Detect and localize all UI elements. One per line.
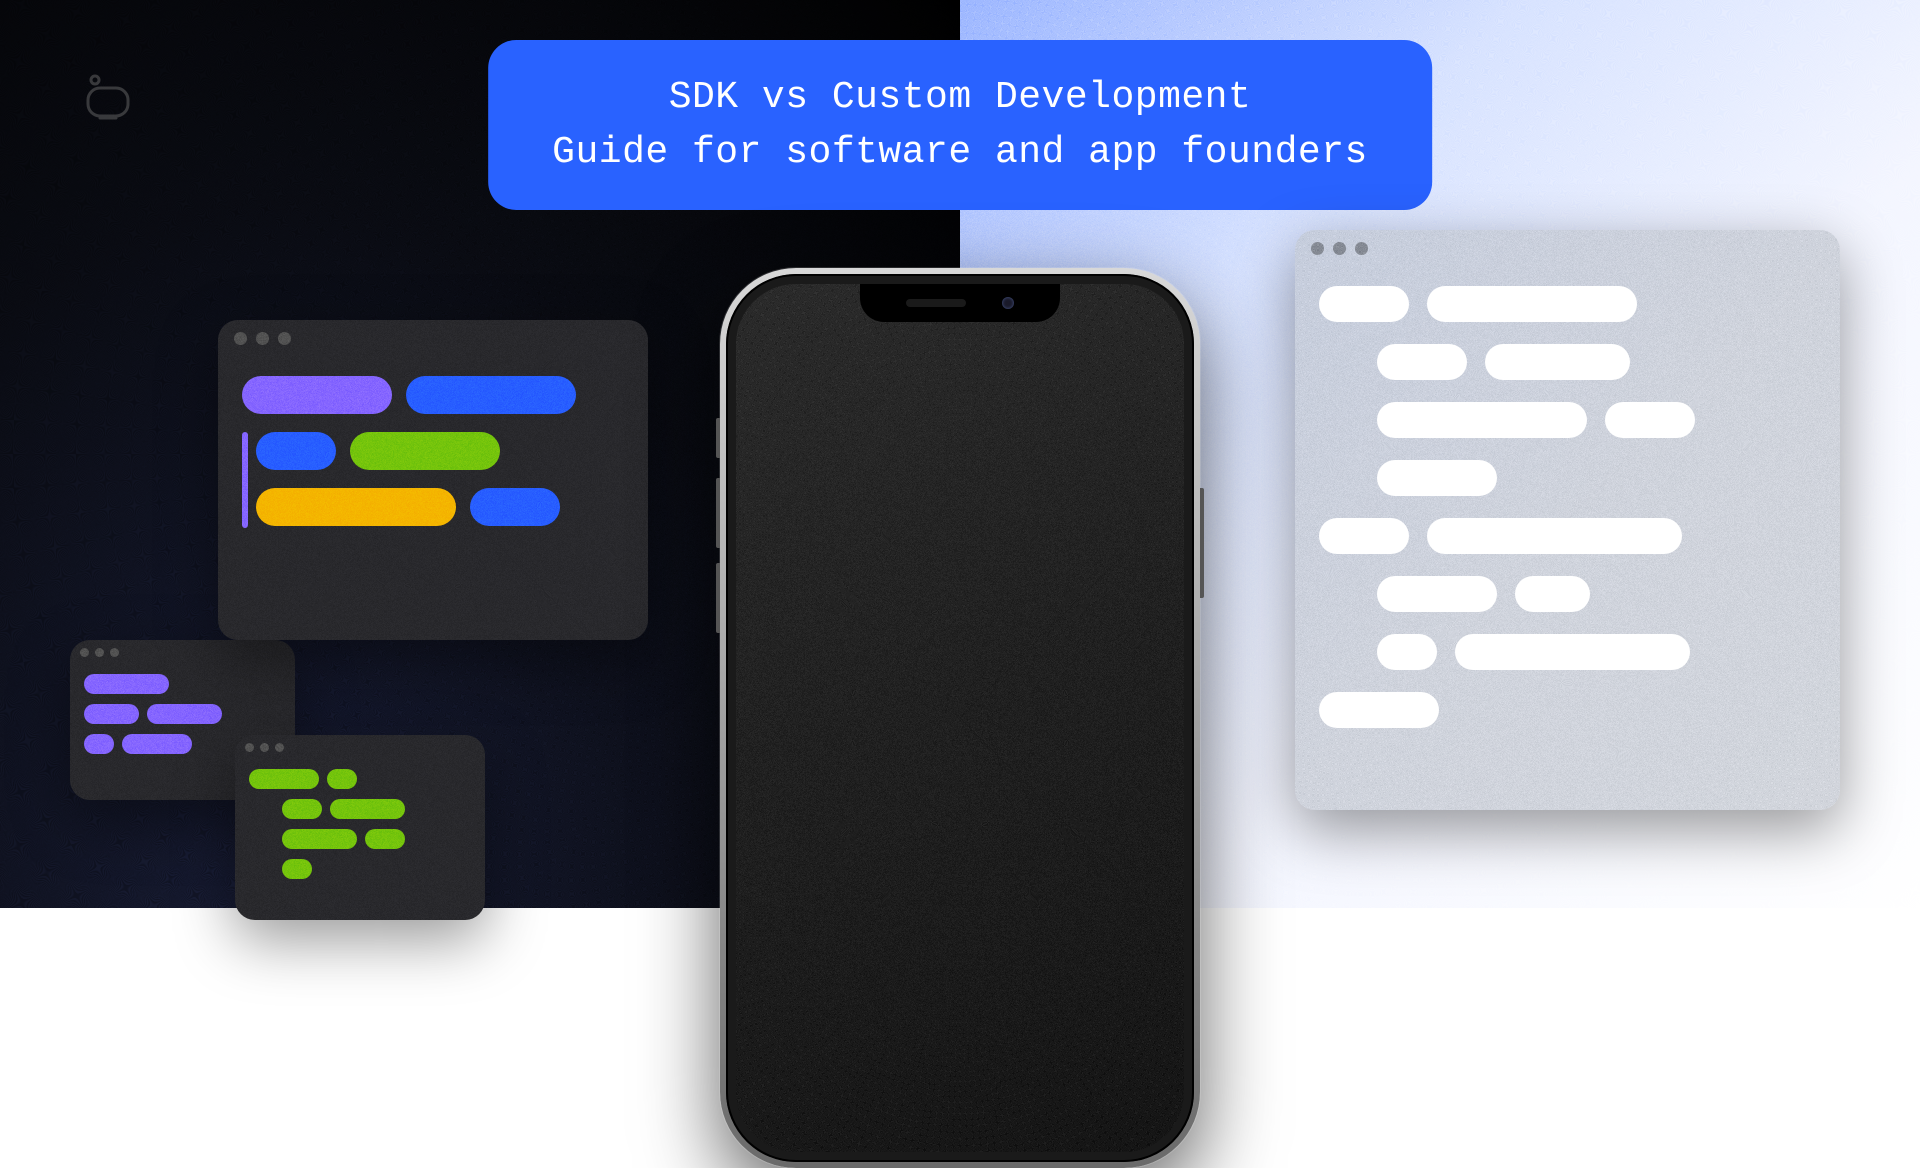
phone-volume-up <box>716 478 720 548</box>
code-token <box>1515 576 1590 612</box>
code-token <box>1485 344 1630 380</box>
code-token <box>282 829 357 849</box>
window-titlebar <box>218 320 648 356</box>
code-token <box>1427 518 1682 554</box>
code-token <box>256 432 336 470</box>
code-line <box>242 376 624 414</box>
code-token <box>470 488 560 526</box>
title-line-2: Guide for software and app founders <box>552 125 1368 180</box>
traffic-light-icon <box>1311 242 1324 255</box>
code-token <box>1377 576 1497 612</box>
code-token <box>1605 402 1695 438</box>
title-banner: SDK vs Custom Development Guide for soft… <box>488 40 1432 210</box>
code-line <box>249 859 471 879</box>
phone-camera-icon <box>1002 297 1014 309</box>
code-token <box>1455 634 1690 670</box>
phone-volume-down <box>716 563 720 633</box>
code-line <box>1319 402 1816 438</box>
code-token <box>1319 692 1439 728</box>
code-line <box>1319 576 1816 612</box>
code-token <box>330 799 405 819</box>
phone-mockup <box>720 268 1200 1168</box>
code-token <box>249 769 319 789</box>
code-line <box>1319 344 1816 380</box>
code-token <box>84 734 114 754</box>
code-token <box>350 432 500 470</box>
code-line <box>1319 692 1816 728</box>
code-line <box>1319 518 1816 554</box>
code-line <box>1319 460 1816 496</box>
code-token <box>242 376 392 414</box>
code-token <box>122 734 192 754</box>
traffic-light-icon <box>95 648 104 657</box>
code-token <box>84 704 139 724</box>
code-body <box>218 356 648 564</box>
title-line-1: SDK vs Custom Development <box>552 70 1368 125</box>
traffic-light-icon <box>245 743 254 752</box>
window-titlebar <box>235 735 485 759</box>
code-token <box>1377 344 1467 380</box>
traffic-light-icon <box>1355 242 1368 255</box>
code-token <box>327 769 357 789</box>
code-line <box>249 829 471 849</box>
cursor-icon <box>242 432 248 528</box>
code-token <box>282 799 322 819</box>
code-token <box>84 674 169 694</box>
code-line <box>256 432 624 470</box>
code-token <box>1427 286 1637 322</box>
phone-notch <box>860 284 1060 322</box>
code-line <box>84 674 281 694</box>
window-titlebar <box>1295 230 1840 266</box>
chat-bubble-logo-icon <box>80 70 136 126</box>
traffic-light-icon <box>275 743 284 752</box>
code-line <box>1319 634 1816 670</box>
traffic-light-icon <box>1333 242 1346 255</box>
code-body-light <box>1295 266 1840 770</box>
code-token <box>1377 402 1587 438</box>
code-block <box>242 432 624 544</box>
code-line <box>1319 286 1816 322</box>
phone-power-button <box>1200 488 1204 598</box>
phone-bezel <box>726 274 1194 1162</box>
traffic-light-icon <box>110 648 119 657</box>
code-token <box>1377 634 1437 670</box>
code-window-dark-main <box>218 320 648 640</box>
code-token <box>1319 518 1409 554</box>
code-token <box>365 829 405 849</box>
code-line <box>84 704 281 724</box>
code-window-dark-small-2 <box>235 735 485 920</box>
traffic-light-icon <box>256 332 269 345</box>
traffic-light-icon <box>80 648 89 657</box>
code-token <box>256 488 456 526</box>
code-token <box>147 704 222 724</box>
code-token <box>1319 286 1409 322</box>
code-body <box>235 759 485 899</box>
phone-screen <box>736 284 1184 1152</box>
window-titlebar <box>70 640 295 664</box>
phone-mute-switch <box>716 418 720 458</box>
traffic-light-icon <box>260 743 269 752</box>
phone-speaker-icon <box>906 299 966 307</box>
code-token <box>406 376 576 414</box>
code-inner <box>256 432 624 544</box>
traffic-light-icon <box>278 332 291 345</box>
code-token <box>282 859 312 879</box>
code-line <box>249 769 471 789</box>
code-window-light <box>1295 230 1840 810</box>
code-line <box>249 799 471 819</box>
traffic-light-icon <box>234 332 247 345</box>
code-line <box>256 488 624 526</box>
code-token <box>1377 460 1497 496</box>
